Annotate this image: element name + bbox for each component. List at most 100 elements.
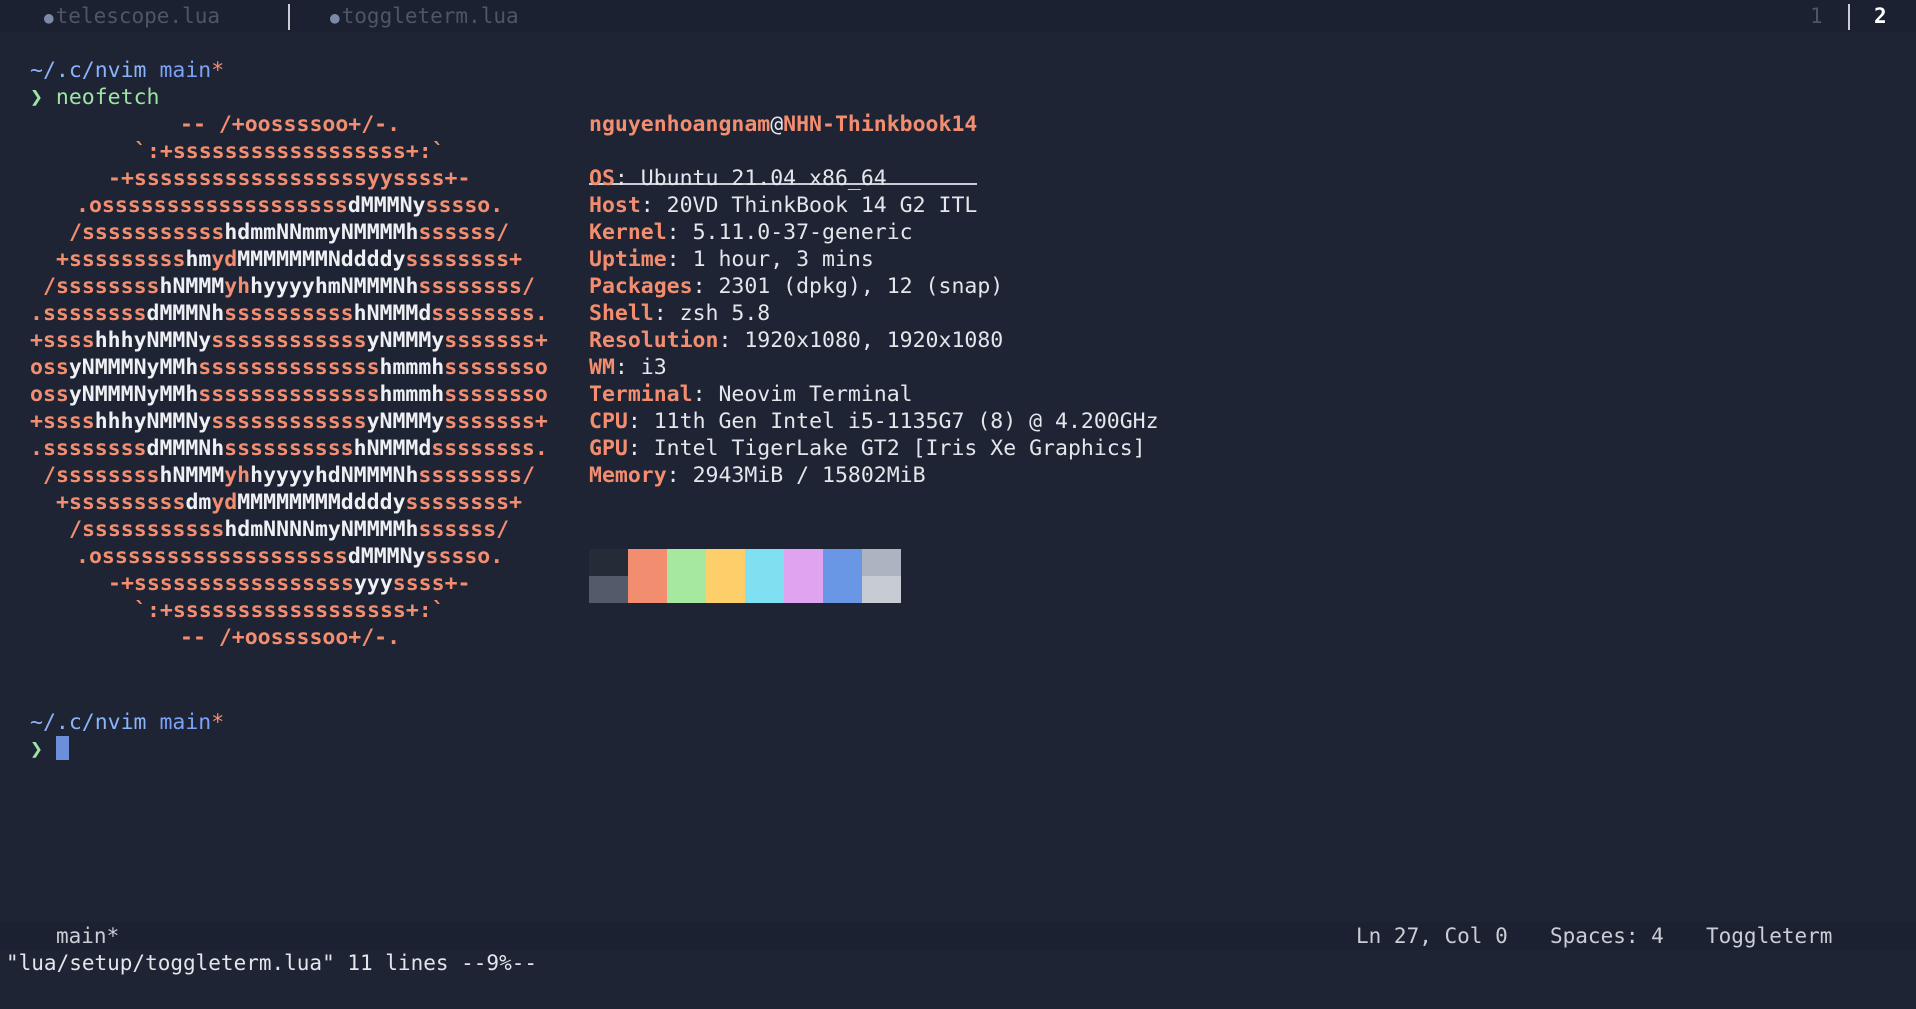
- logo-row: `:+ssssssssssssssssss+:`: [134, 138, 445, 165]
- logo-segment: yh: [224, 274, 251, 299]
- info-line: Packages: 2301 (dpkg), 12 (snap): [589, 273, 1003, 300]
- tab-telescope[interactable]: ●telescope.lua: [44, 0, 220, 32]
- logo-segment: ssss+-: [392, 571, 471, 596]
- logo-row: -+ssssssssssssssssssyyssss+-: [108, 165, 470, 192]
- logo-segment: -- /+oossssoo+/-.: [180, 112, 401, 137]
- info-label: Packages: [589, 274, 693, 299]
- logo-row: ossyNMMMNyMMhsssssssssssssshmmmhssssssso: [30, 354, 548, 381]
- color-swatch: [784, 576, 823, 603]
- logo-segment: sssso.: [425, 544, 504, 569]
- logo-segment: -+sssssssssssssssss: [108, 571, 354, 596]
- info-label: GPU: [589, 436, 628, 461]
- terminal-cursor: [56, 736, 69, 760]
- logo-segment: hhhyNMMNy: [94, 328, 212, 353]
- logo-segment: ssssssss/: [418, 463, 535, 488]
- logo-segment: `:+ssssssssssssssssss+:`: [134, 139, 445, 164]
- logo-segment: ssssssss+: [405, 490, 523, 515]
- logo-segment: MMMMMMMMddddy: [237, 490, 406, 515]
- color-swatch: [823, 549, 862, 576]
- info-colon: :: [627, 436, 654, 461]
- cwd: ~/.c/nvim: [30, 58, 147, 83]
- logo-row: /sssssssshNMMMyhhyyyyhmNMMMNhssssssss/: [43, 273, 535, 300]
- logo-segment: +ssss: [30, 409, 95, 434]
- tabpage-2[interactable]: 2: [1874, 0, 1887, 32]
- prompt-path-line: ~/.c/nvim main*: [30, 709, 224, 736]
- logo-row: /sssssssshNMMMyhhyyyyhdNMMMNhssssssss/: [43, 462, 535, 489]
- statusbar-branch[interactable]: main*: [56, 922, 119, 950]
- info-colon: :: [666, 220, 693, 245]
- logo-segment: -+ssssssssssssssssssyyssss+-: [108, 166, 471, 191]
- tabpage-1[interactable]: 1: [1810, 0, 1823, 32]
- logo-segment: dMMMNy: [347, 544, 426, 569]
- color-swatch: [823, 576, 862, 603]
- logo-segment: +ssss: [30, 328, 95, 353]
- lua-icon: ●: [44, 8, 54, 27]
- logo-segment: ssssssso: [444, 355, 548, 380]
- logo-segment: yd: [211, 247, 238, 272]
- color-swatch: [589, 576, 628, 603]
- info-value: 2301 (dpkg), 12 (snap): [718, 274, 1004, 299]
- logo-segment: yh: [224, 463, 251, 488]
- logo-segment: sssssss+: [444, 409, 548, 434]
- info-colon: :: [653, 301, 680, 326]
- info-value: 1 hour, 3 mins: [692, 247, 874, 272]
- info-value: Ubuntu 21.04 x86_64: [640, 166, 887, 191]
- info-label: CPU: [589, 409, 628, 434]
- command: neofetch: [55, 85, 160, 110]
- logo-segment: ssssssssssssss: [198, 355, 380, 380]
- logo-segment: hNMMM: [159, 463, 225, 488]
- hostname: NHN-Thinkbook14: [783, 112, 978, 137]
- info-line: Kernel: 5.11.0-37-generic: [589, 219, 913, 246]
- tabline: ●telescope.lua ●toggleterm.lua 1 2: [0, 0, 1916, 32]
- info-label: Memory: [589, 463, 667, 488]
- tab-toggleterm[interactable]: ●toggleterm.lua: [330, 0, 519, 32]
- filetype-mode[interactable]: Toggleterm: [1706, 922, 1832, 950]
- logo-row: ossyNMMMNyMMhsssssssssssssshmmmhssssssso: [30, 381, 548, 408]
- logo-segment: hdmNNNNmyNMMMMh: [224, 517, 419, 542]
- logo-segment: /sssssssssss: [69, 220, 225, 245]
- logo-segment: hm: [185, 247, 212, 272]
- info-line: Memory: 2943MiB / 15802MiB: [589, 462, 926, 489]
- info-value: 2943MiB / 15802MiB: [692, 463, 926, 488]
- logo-row: -- /+oossssoo+/-.: [180, 111, 400, 138]
- info-colon: :: [692, 382, 719, 407]
- logo-segment: ssssss/: [418, 220, 510, 245]
- indentation[interactable]: Spaces: 4: [1550, 922, 1664, 950]
- info-colon: :: [718, 328, 745, 353]
- info-label: Uptime: [589, 247, 667, 272]
- logo-segment: .osssssssssssssssssss: [76, 193, 348, 218]
- logo-segment: oss: [30, 382, 69, 407]
- logo-segment: yNMMMy: [366, 328, 445, 353]
- logo-segment: ssssssssss: [224, 436, 354, 461]
- logo-segment: ssssssss+: [405, 247, 523, 272]
- logo-segment: hNMMMd: [353, 436, 432, 461]
- git-branch: main: [159, 710, 212, 735]
- info-value: 1920x1080, 1920x1080: [744, 328, 1004, 353]
- info-line: GPU: Intel TigerLake GT2 [Iris Xe Graphi…: [589, 435, 1146, 462]
- color-swatch: [862, 549, 901, 576]
- command-line[interactable]: "lua/setup/toggleterm.lua" 11 lines --9%…: [0, 950, 1916, 976]
- logo-row: +sssshhhyNMMNyssssssssssssyNMMMysssssss+: [30, 408, 548, 435]
- color-swatch: [862, 576, 901, 603]
- info-line: Terminal: Neovim Terminal: [589, 381, 913, 408]
- color-swatch: [667, 576, 706, 603]
- logo-segment: /sssssssssss: [69, 517, 225, 542]
- terminal-pane[interactable]: ~/.c/nvim main* ❯ neofetch -- /+oossssoo…: [0, 32, 1916, 920]
- logo-segment: +sssssssss: [56, 490, 186, 515]
- logo-segment: ssssssss/: [418, 274, 535, 299]
- logo-segment: hhhyNMMNy: [94, 409, 212, 434]
- logo-segment: ssssssssssss: [211, 409, 367, 434]
- logo-row: /ssssssssssshdmmNNmmyNMMMMhssssss/: [69, 219, 509, 246]
- prompt-path-line: ~/.c/nvim main*: [30, 57, 224, 84]
- color-swatch: [706, 576, 745, 603]
- statusbar: main* Ln 27, Col 0 Spaces: 4 Toggleterm: [0, 922, 1916, 973]
- logo-segment: yNMMMNyMMh: [68, 355, 199, 380]
- info-colon: :: [640, 193, 667, 218]
- info-label: WM: [589, 355, 615, 380]
- info-value: i3: [640, 355, 667, 380]
- cursor-position[interactable]: Ln 27, Col 0: [1356, 922, 1508, 950]
- logo-segment: ssssss/: [418, 517, 510, 542]
- info-label: Kernel: [589, 220, 667, 245]
- lua-icon: ●: [330, 8, 340, 27]
- color-swatch: [745, 576, 784, 603]
